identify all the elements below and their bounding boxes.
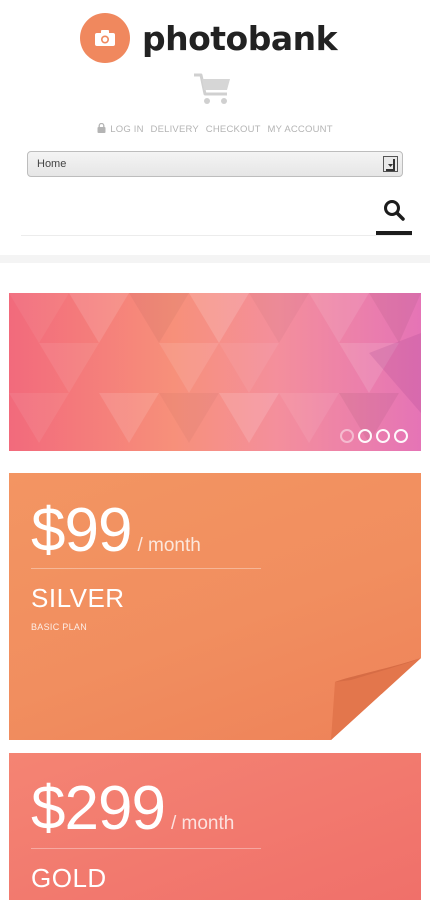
slider-dot[interactable] <box>394 429 408 443</box>
plan-period: / month <box>137 535 201 556</box>
nav-select-value: Home <box>37 158 67 170</box>
pricing-card-gold[interactable]: $299 / month GOLD <box>9 753 421 900</box>
pricing-card-silver[interactable]: $99 / month SILVER BASIC PLAN <box>9 473 421 740</box>
logo[interactable]: photobank <box>80 13 338 63</box>
plan-subtitle: BASIC PLAN <box>31 622 88 632</box>
price-row: $299 / month <box>31 773 234 844</box>
page-curl-icon <box>331 658 421 740</box>
site-header: photobank LOG IN DELIVERY CHECKOUT MY AC… <box>0 0 430 262</box>
my-account-link[interactable]: MY ACCOUNT <box>268 124 333 135</box>
login-link[interactable]: LOG IN <box>110 124 143 135</box>
plan-divider <box>31 568 261 569</box>
plan-period: / month <box>170 813 235 834</box>
slider-dot[interactable] <box>358 429 372 443</box>
section-divider <box>0 255 430 263</box>
checkout-link[interactable]: CHECKOUT <box>206 124 261 135</box>
plan-price: $99 <box>31 496 132 565</box>
camera-icon <box>80 13 130 63</box>
nav-select[interactable]: Home <box>27 151 403 177</box>
chevron-down-icon[interactable] <box>383 156 398 172</box>
price-row: $99 / month <box>31 495 201 566</box>
plan-name: SILVER <box>31 583 125 613</box>
plan-divider <box>31 848 261 849</box>
shopping-cart-icon[interactable] <box>192 72 234 106</box>
brand-name: photobank <box>142 18 338 58</box>
delivery-link[interactable]: DELIVERY <box>151 124 199 135</box>
hero-slider[interactable] <box>9 293 421 451</box>
plan-name: GOLD <box>31 863 107 893</box>
slider-dot[interactable] <box>376 429 390 443</box>
slider-pattern <box>9 293 421 443</box>
slider-dots <box>340 429 408 443</box>
plan-price: $299 <box>31 774 166 843</box>
account-links: LOG IN DELIVERY CHECKOUT MY ACCOUNT <box>0 122 430 136</box>
search-icon[interactable] <box>382 198 406 226</box>
header-divider <box>21 235 412 236</box>
slider-dot[interactable] <box>340 429 354 443</box>
lock-icon <box>97 122 106 136</box>
